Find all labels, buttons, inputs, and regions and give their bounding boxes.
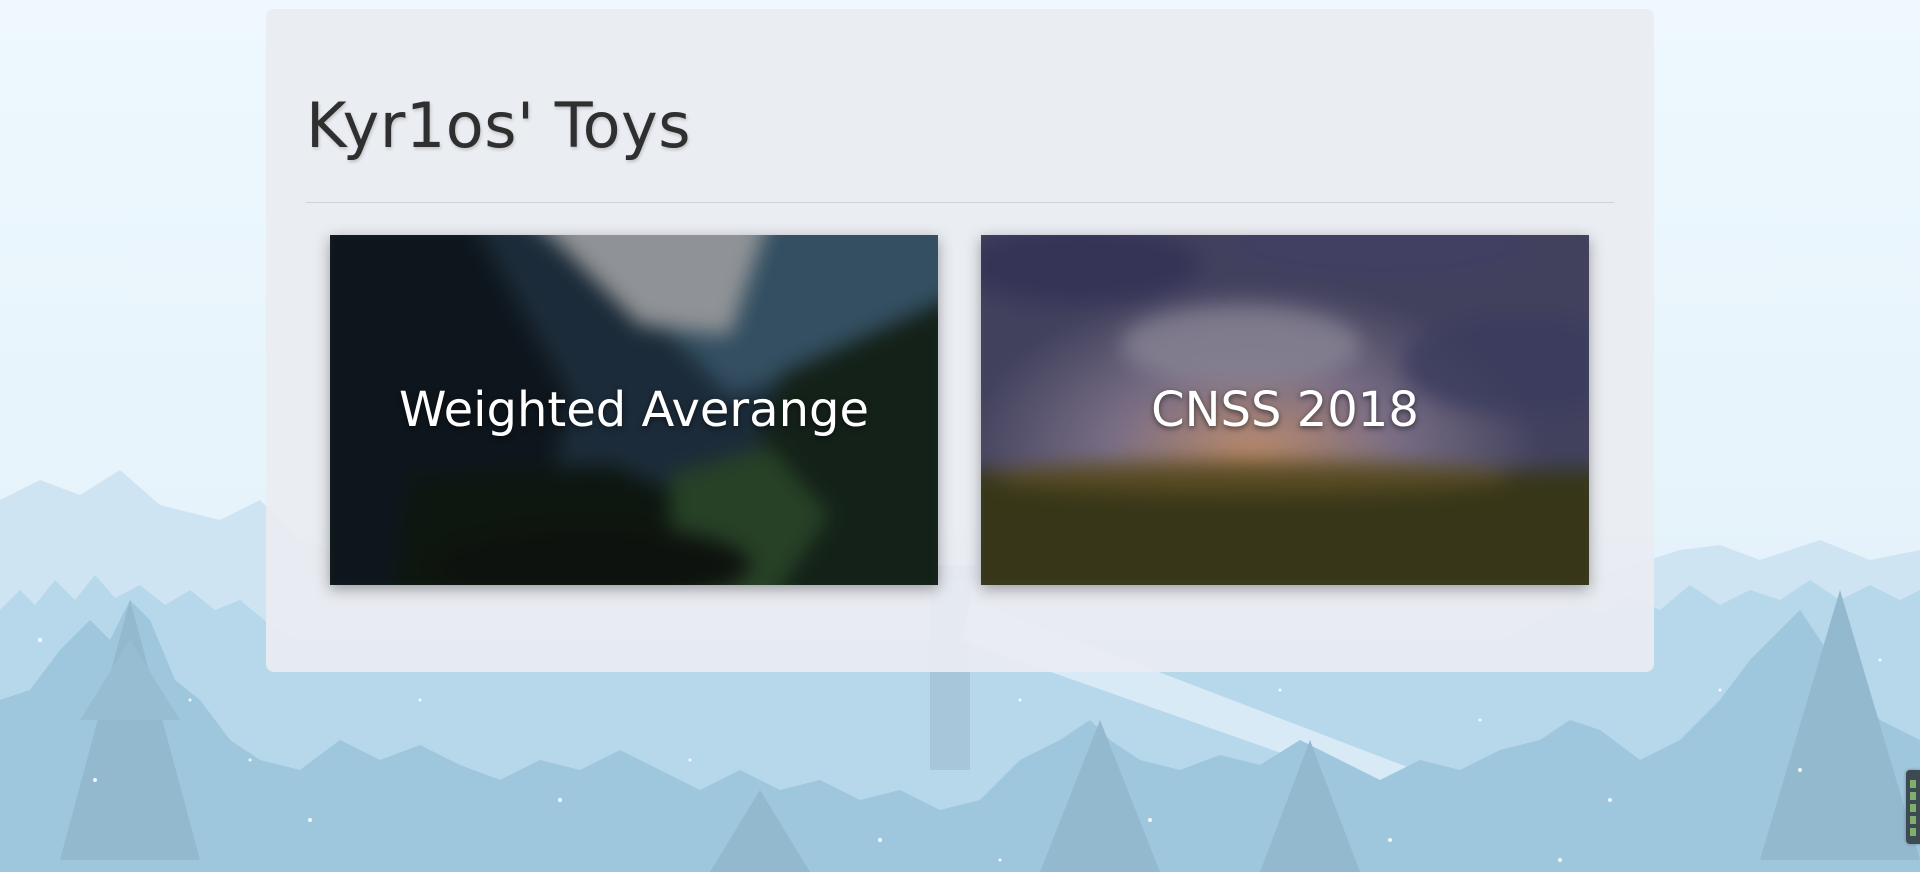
indicator-bar [1910, 816, 1916, 824]
side-handle[interactable] [1906, 770, 1920, 844]
indicator-bar [1910, 792, 1916, 800]
card-title: CNSS 2018 [1151, 382, 1419, 438]
indicator-bar [1910, 804, 1916, 812]
card-title: Weighted Averange [398, 382, 869, 438]
title-divider [306, 202, 1614, 203]
main-panel: Kyr1os' Toys Weighted Averange CNSS 2018 [266, 9, 1654, 672]
indicator-bar [1910, 828, 1916, 836]
weighted-average-card[interactable]: Weighted Averange [330, 235, 938, 585]
cnss-2018-card[interactable]: CNSS 2018 [981, 235, 1589, 585]
page-title: Kyr1os' Toys [306, 89, 692, 162]
indicator-bar [1910, 780, 1916, 788]
